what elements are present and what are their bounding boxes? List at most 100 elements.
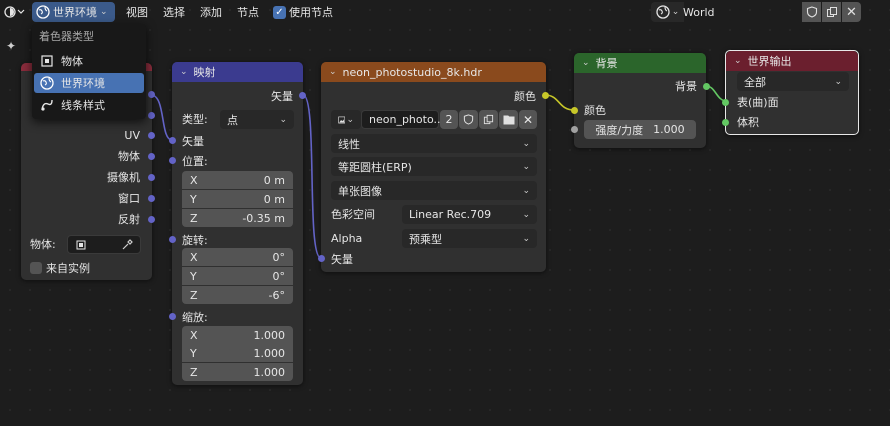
axis-label: Z [190,211,198,225]
use-nodes-toggle[interactable]: ✓ 使用节点 [269,2,337,22]
unlink-world-button[interactable]: ✕ [842,2,861,22]
menu-item-object[interactable]: 物体 [34,51,144,71]
output-window: 窗口 [118,192,140,205]
node-title: 背景 [595,57,618,70]
chevron-down-icon: ⌄ [522,209,530,220]
chevron-down-icon: ⌄ [279,114,287,125]
rotation-x[interactable]: X 0° [182,248,293,266]
menu-add[interactable]: 添加 [196,2,226,22]
socket-vector-in[interactable] [169,137,176,144]
socket-reflection[interactable] [148,216,155,223]
menu-title: 着色器类型 [39,30,94,43]
object-picker[interactable] [67,235,141,254]
world-output-node[interactable]: ⌄ 世界输出 全部 ⌄ 表(曲)面 体积 [722,50,859,135]
location-z[interactable]: Z -0.35 m [182,209,293,227]
menu-node[interactable]: 节点 [233,2,263,22]
shader-type-menu: 着色器类型 物体 世界环境 线条样式 [32,24,146,119]
header-bar: 世界环境 ⌄ 视图 选择 添加 节点 ✓ 使用节点 ⌄ World ✕ [0,0,890,24]
output-vector-label: 矢量 [271,90,293,103]
collapse-chevron-icon[interactable]: ⌄ [180,67,188,77]
world-icon [36,5,50,19]
axis-value: 1.000 [253,346,286,360]
object-icon [76,240,86,249]
from-instancer-toggle[interactable]: 来自实例 [30,258,90,278]
menu-item-label: 物体 [61,55,83,68]
location-x[interactable]: X 0 m [182,171,293,189]
node-title: 映射 [193,66,216,79]
chevron-down-icon: ⌄ [522,233,530,244]
scale-z[interactable]: Z 1.000 [182,363,293,381]
socket-strength-in[interactable] [571,126,578,133]
view-gizmo-icon[interactable]: ✦ [6,39,16,53]
chevron-down-icon: ⌄ [522,138,530,149]
location-label: 位置: [182,155,208,168]
use-nodes-label: 使用节点 [289,6,333,19]
background-node[interactable]: ⌄ 背景 颜色 强度/力度 1.000 [571,53,706,148]
type-value: 点 [227,113,238,127]
menu-select[interactable]: 选择 [159,2,189,22]
socket-window[interactable] [148,195,155,202]
socket-vector-out[interactable] [299,92,306,99]
alpha-dropdown[interactable]: 预乘型 ⌄ [402,229,537,248]
type-label: 类型: [182,113,208,126]
output-color-label: 颜色 [514,90,536,103]
socket-location[interactable] [169,157,176,164]
user-count[interactable]: 2 [440,110,458,129]
color-label: 颜色 [584,104,606,117]
image-name-field[interactable]: neon_photo... [361,110,444,129]
socket-object[interactable] [148,153,155,160]
socket-normal[interactable] [148,112,155,119]
fake-user-button[interactable] [459,110,478,129]
scale-x[interactable]: X 1.000 [182,326,293,344]
collapse-chevron-icon[interactable]: ⌄ [329,67,337,77]
menu-item-linestyle[interactable]: 线条样式 [34,95,144,115]
type-dropdown[interactable]: 点 ⌄ [220,110,294,129]
eyedropper-icon[interactable] [121,238,133,251]
close-icon: ✕ [522,112,534,127]
editor-type-button[interactable] [0,2,28,22]
unlink-image-button[interactable]: ✕ [519,110,537,129]
mapping-node[interactable]: ⌄ 映射 矢量 类型: 点 ⌄ 矢量 位置: X 0 m Y 0 m Z -0.… [169,62,306,385]
duplicate-image-button[interactable] [479,110,498,129]
source-dropdown[interactable]: 单张图像 ⌄ [331,181,537,200]
axis-value: 0 m [263,173,285,187]
rotation-z[interactable]: Z -6° [182,286,293,304]
image-browse-button[interactable]: ⌄ [331,110,361,129]
socket-rotation[interactable] [169,236,176,243]
socket-color-in[interactable] [571,107,578,114]
chevron-down-icon: ⌄ [834,76,842,87]
shader-type-dropdown[interactable]: 世界环境 ⌄ [32,2,115,22]
environment-texture-node[interactable]: ⌄ neon_photostudio_8k.hdr 颜色 ⌄ neon_phot… [318,62,549,272]
collapse-chevron-icon[interactable]: ⌄ [582,58,590,68]
menu-item-world[interactable]: 世界环境 [34,73,144,93]
socket-scale[interactable] [169,313,176,320]
checkbox-checked-icon: ✓ [273,5,286,19]
open-image-button[interactable] [499,110,518,129]
duplicate-world-button[interactable] [822,2,841,22]
shader-type-label: 世界环境 [53,6,97,19]
socket-uv[interactable] [148,132,155,139]
fake-user-button[interactable] [802,2,821,22]
scale-y[interactable]: Y 1.000 [182,344,293,362]
projection-dropdown[interactable]: 等距圆柱(ERP) ⌄ [331,157,537,176]
socket-volume-in[interactable] [722,119,729,126]
target-dropdown[interactable]: 全部 ⌄ [737,72,849,91]
location-y[interactable]: Y 0 m [182,190,293,208]
collapse-chevron-icon[interactable]: ⌄ [734,56,742,66]
socket-color-out[interactable] [542,92,549,99]
axis-label: Z [190,288,198,302]
interpolation-dropdown[interactable]: 线性 ⌄ [331,134,537,153]
chevron-down-icon: ⌄ [100,7,108,17]
rotation-y[interactable]: Y 0° [182,267,293,285]
menu-view[interactable]: 视图 [122,2,152,22]
folder-icon [503,115,514,125]
strength-field[interactable]: 强度/力度 1.000 [584,120,696,139]
socket-vector-in[interactable] [318,255,325,262]
colorspace-dropdown[interactable]: Linear Rec.709 ⌄ [402,205,537,224]
socket-generated[interactable] [148,91,155,98]
world-name-field[interactable]: World [651,2,801,22]
output-camera: 摄像机 [107,171,140,184]
socket-background-out[interactable] [703,83,710,90]
socket-surface-in[interactable] [722,99,729,106]
socket-camera[interactable] [148,174,155,181]
